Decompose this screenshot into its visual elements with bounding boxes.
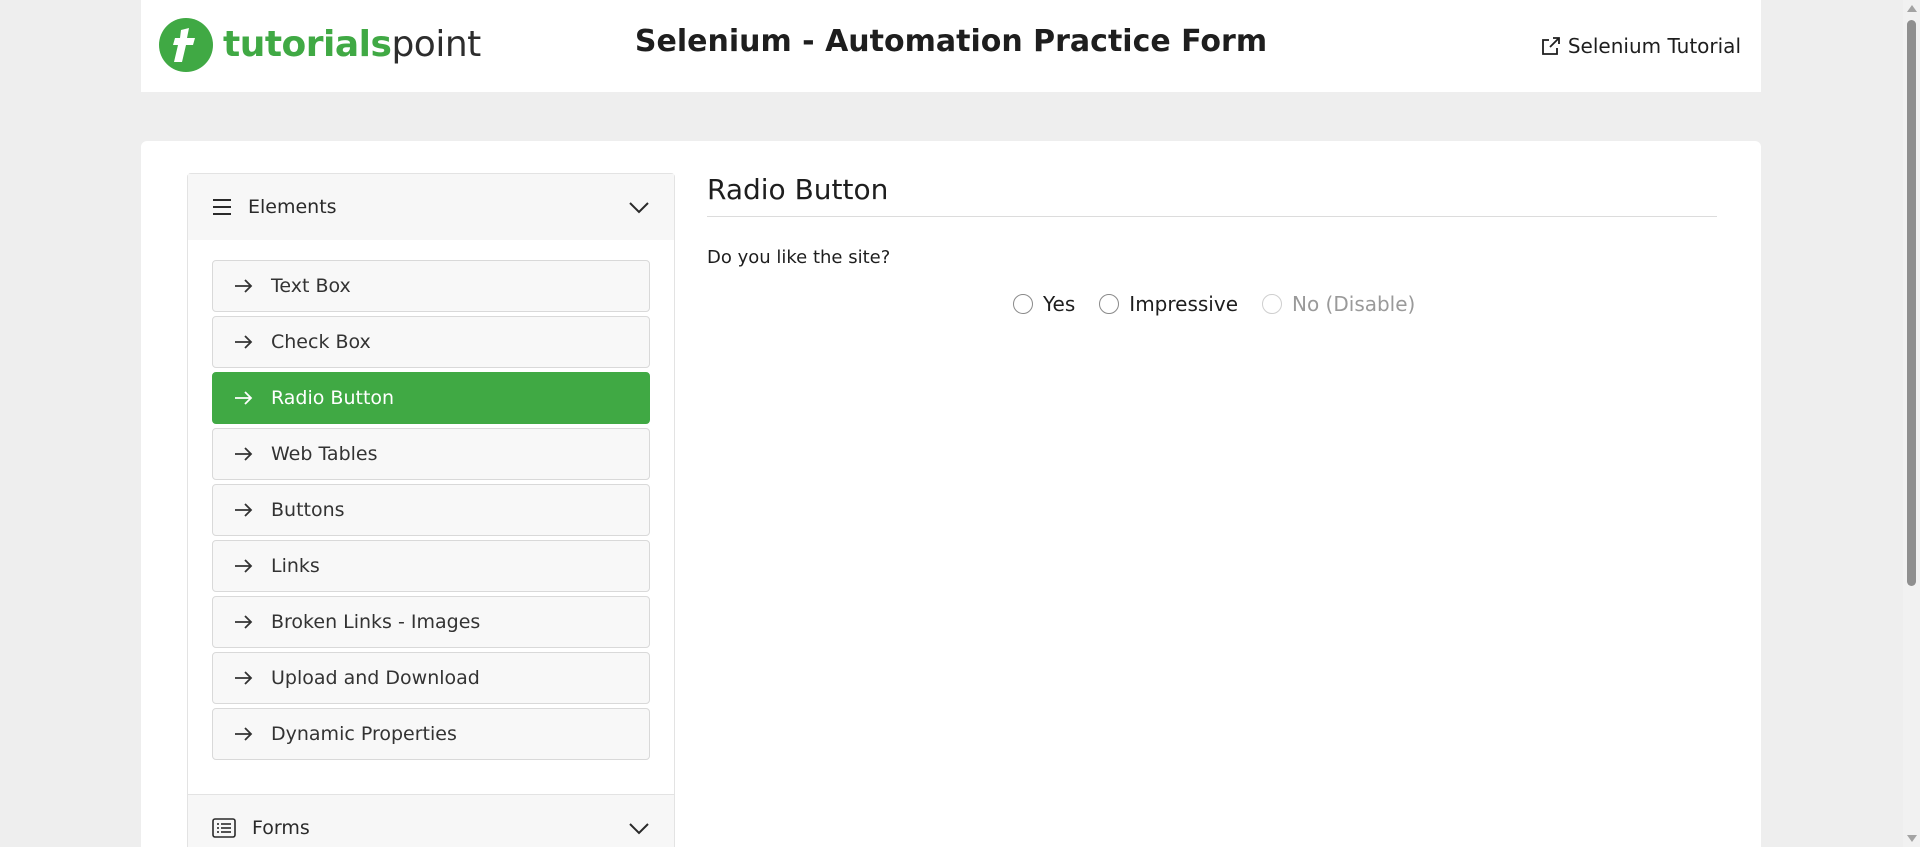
sidebar-item-broken-links-images[interactable]: Broken Links - Images bbox=[212, 596, 650, 648]
logo-text: tutorialspoint bbox=[223, 27, 481, 63]
arrow-right-icon bbox=[235, 447, 253, 461]
arrow-right-icon bbox=[235, 559, 253, 573]
radio-no-label: No (Disable) bbox=[1292, 292, 1416, 316]
radio-no-input bbox=[1262, 294, 1282, 314]
sidebar-item-label: Dynamic Properties bbox=[271, 723, 457, 745]
chevron-down-icon bbox=[629, 823, 649, 835]
forms-label: Forms bbox=[252, 816, 310, 839]
elements-list: Text Box Check Box Radio Button Web Tabl… bbox=[188, 240, 674, 774]
selenium-tutorial-link[interactable]: Selenium Tutorial bbox=[1540, 34, 1741, 58]
external-link-icon bbox=[1541, 37, 1560, 55]
logo-text-tutorials: tutorials bbox=[223, 24, 392, 65]
scrollbar-thumb[interactable] bbox=[1907, 20, 1916, 586]
section-title: Radio Button bbox=[707, 173, 1717, 217]
selenium-tutorial-label: Selenium Tutorial bbox=[1567, 34, 1741, 58]
logo-text-point: point bbox=[391, 24, 481, 65]
sidebar: Elements Text Box Check Box Radio Button… bbox=[187, 173, 675, 847]
radio-group: Yes Impressive No (Disable) bbox=[1013, 292, 1439, 316]
hamburger-menu-icon bbox=[213, 199, 231, 215]
arrow-right-icon bbox=[235, 335, 253, 349]
page-scrollbar[interactable] bbox=[1903, 0, 1920, 847]
arrow-right-icon bbox=[235, 671, 253, 685]
arrow-right-icon bbox=[235, 727, 253, 741]
scroll-up-icon[interactable] bbox=[1907, 5, 1917, 12]
sidebar-item-label: Buttons bbox=[271, 499, 345, 521]
tutorialspoint-logo[interactable]: tutorialspoint bbox=[159, 18, 481, 72]
sidebar-item-label: Web Tables bbox=[271, 443, 378, 465]
chevron-down-icon bbox=[629, 202, 649, 214]
content-panel: Radio Button Do you like the site? Yes I… bbox=[707, 173, 1717, 316]
sidebar-item-buttons[interactable]: Buttons bbox=[212, 484, 650, 536]
list-icon bbox=[212, 817, 236, 838]
arrow-right-icon bbox=[235, 279, 253, 293]
arrow-right-icon bbox=[235, 391, 253, 405]
question-label: Do you like the site? bbox=[707, 247, 891, 268]
sidebar-item-label: Broken Links - Images bbox=[271, 611, 481, 633]
scroll-down-icon[interactable] bbox=[1907, 835, 1917, 842]
radio-no-disabled: No (Disable) bbox=[1262, 292, 1415, 316]
radio-yes[interactable]: Yes bbox=[1013, 292, 1075, 316]
sidebar-item-check-box[interactable]: Check Box bbox=[212, 316, 650, 368]
sidebar-item-label: Links bbox=[271, 555, 320, 577]
forms-accordion-header[interactable]: Forms bbox=[188, 794, 674, 847]
sidebar-item-label: Radio Button bbox=[271, 387, 395, 409]
sidebar-item-label: Check Box bbox=[271, 331, 371, 353]
sidebar-item-upload-and-download[interactable]: Upload and Download bbox=[212, 652, 650, 704]
radio-yes-label[interactable]: Yes bbox=[1043, 292, 1075, 316]
sidebar-item-web-tables[interactable]: Web Tables bbox=[212, 428, 650, 480]
radio-impressive[interactable]: Impressive bbox=[1099, 292, 1238, 316]
sidebar-item-dynamic-properties[interactable]: Dynamic Properties bbox=[212, 708, 650, 760]
sidebar-item-radio-button[interactable]: Radio Button bbox=[212, 372, 650, 424]
sidebar-item-label: Text Box bbox=[271, 275, 351, 297]
page-title: Selenium - Automation Practice Form bbox=[634, 24, 1268, 59]
arrow-right-icon bbox=[235, 503, 253, 517]
site-header: tutorialspoint Selenium - Automation Pra… bbox=[141, 0, 1761, 92]
radio-impressive-label[interactable]: Impressive bbox=[1129, 292, 1238, 316]
tutorialspoint-logo-icon bbox=[159, 18, 213, 72]
elements-accordion-header[interactable]: Elements bbox=[188, 174, 674, 240]
sidebar-item-links[interactable]: Links bbox=[212, 540, 650, 592]
radio-impressive-input[interactable] bbox=[1099, 294, 1120, 314]
elements-label: Elements bbox=[248, 196, 337, 218]
main-card: Elements Text Box Check Box Radio Button… bbox=[141, 141, 1761, 847]
radio-yes-input[interactable] bbox=[1013, 294, 1033, 314]
sidebar-item-label: Upload and Download bbox=[271, 667, 480, 689]
arrow-right-icon bbox=[235, 615, 253, 629]
sidebar-item-text-box[interactable]: Text Box bbox=[212, 260, 650, 312]
